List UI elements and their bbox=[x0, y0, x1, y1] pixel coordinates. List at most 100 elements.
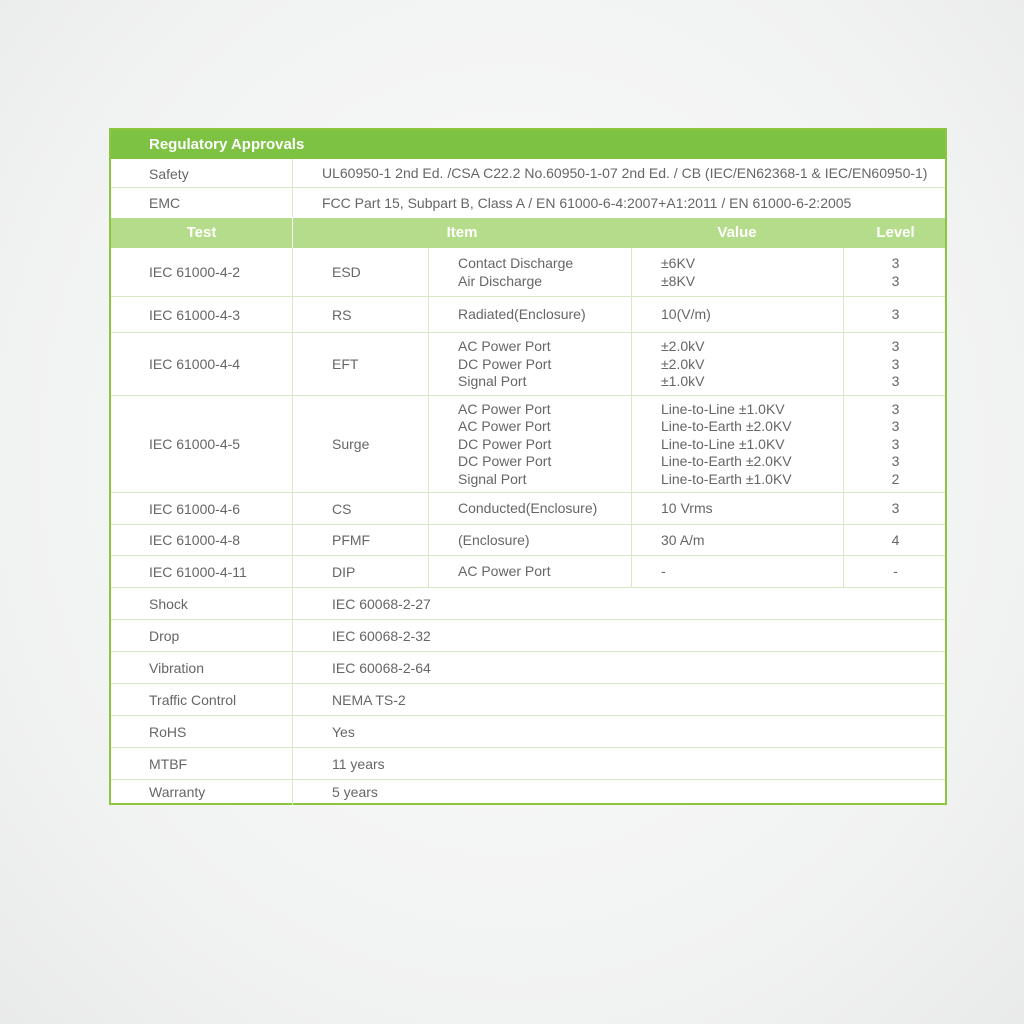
test-code: Surge bbox=[332, 436, 370, 452]
test-level-cell: - bbox=[844, 563, 947, 580]
col-header-item: Item bbox=[446, 224, 478, 241]
test-level: 2 bbox=[891, 470, 900, 487]
test-level: 3 bbox=[891, 401, 900, 417]
spec-label: RoHS bbox=[149, 723, 187, 740]
spec-label: Traffic Control bbox=[149, 691, 237, 708]
test-item: AC Power Port bbox=[458, 401, 551, 417]
test-value: ±1.0kV bbox=[661, 373, 705, 390]
safety-label: Safety bbox=[149, 166, 189, 182]
test-standard: IEC 61000-4-2 bbox=[149, 264, 241, 280]
safety-value: UL60950-1 2nd Ed. /CSA C22.2 No.60950-1-… bbox=[322, 165, 928, 181]
test-item: Radiated(Enclosure) bbox=[458, 306, 586, 323]
spec-row: Vibration IEC 60068-2-64 bbox=[111, 652, 945, 684]
test-value: Line-to-Line ±1.0KV bbox=[661, 435, 785, 452]
test-code: RS bbox=[332, 306, 352, 323]
test-item: Air Discharge bbox=[458, 272, 543, 289]
test-item: DC Power Port bbox=[458, 435, 552, 452]
test-standard: IEC 61000-4-3 bbox=[149, 306, 241, 323]
test-level-cell: 3 bbox=[844, 500, 947, 517]
test-value-cell: Line-to-Line ±1.0KV Line-to-Earth ±2.0KV L… bbox=[661, 401, 841, 488]
test-level: 3 bbox=[891, 355, 900, 372]
test-level: 3 bbox=[891, 255, 900, 272]
test-value: Line-to-Earth ±2.0KV bbox=[661, 453, 792, 470]
spec-label: Warranty bbox=[149, 784, 206, 800]
col-header-test: Test bbox=[186, 224, 217, 241]
test-value: 30 A/m bbox=[661, 531, 705, 548]
test-row: IEC 61000-4-6 CS Conducted(Enclosure) 10 Vr… bbox=[111, 493, 945, 525]
test-standard: IEC 61000-4-4 bbox=[149, 356, 241, 372]
test-code: PFMF bbox=[332, 532, 371, 548]
safety-row: Safety UL60950-1 2nd Ed. /CSA C22.2 No.6… bbox=[111, 159, 945, 188]
test-item: AC Power Port bbox=[458, 418, 551, 435]
regulatory-approvals-table: Regulatory Approvals Safety UL60950-1 2n… bbox=[109, 128, 947, 805]
spec-row: MTBF 11 years bbox=[111, 748, 945, 780]
test-code: CS bbox=[332, 500, 352, 517]
test-level-cell: 33 bbox=[844, 255, 947, 290]
test-item: Signal Port bbox=[458, 470, 527, 487]
spec-value: 11 years bbox=[332, 755, 385, 772]
test-standard: IEC 61000-4-11 bbox=[149, 563, 247, 580]
test-value: 10(V/m) bbox=[661, 306, 711, 323]
test-value: ±2.0kV bbox=[661, 355, 705, 372]
spec-value: IEC 60068-2-64 bbox=[332, 659, 431, 676]
test-value-cell: ±6KV ±8KV bbox=[661, 255, 841, 290]
test-item: DC Power Port bbox=[458, 355, 552, 372]
test-value-cell: ±2.0kV ±2.0kV ±1.0kV bbox=[661, 338, 841, 390]
test-level-cell: 3 bbox=[844, 306, 947, 323]
column-header-row: Test Item Value Level bbox=[111, 218, 945, 248]
spec-row: Warranty 5 years bbox=[111, 780, 945, 805]
test-level: 3 bbox=[891, 306, 900, 323]
test-value: Line-to-Line ±1.0KV bbox=[661, 401, 785, 417]
test-item: DC Power Port bbox=[458, 453, 552, 470]
test-level: 3 bbox=[891, 453, 900, 470]
emc-row: EMC FCC Part 15, Subpart B, Class A / EN… bbox=[111, 188, 945, 217]
test-item-cell: Contact Discharge Air Discharge bbox=[458, 255, 628, 290]
test-code: ESD bbox=[332, 264, 361, 280]
test-item: Conducted(Enclosure) bbox=[458, 500, 598, 517]
spec-label: Drop bbox=[149, 627, 180, 644]
test-value: Line-to-Earth ±1.0KV bbox=[661, 470, 792, 487]
test-item-cell: Conducted(Enclosure) bbox=[458, 500, 628, 517]
spec-value: NEMA TS-2 bbox=[332, 691, 406, 708]
test-item-cell: (Enclosure) bbox=[458, 532, 628, 549]
spec-value: IEC 60068-2-32 bbox=[332, 627, 431, 644]
test-level: 3 bbox=[891, 500, 900, 517]
test-value-cell: 30 A/m bbox=[661, 532, 841, 549]
test-item: AC Power Port bbox=[458, 338, 551, 355]
test-level: 3 bbox=[891, 418, 900, 435]
spec-value: IEC 60068-2-27 bbox=[332, 595, 431, 612]
test-value-cell: 10(V/m) bbox=[661, 306, 841, 323]
test-item: Contact Discharge bbox=[458, 255, 574, 272]
test-row: IEC 61000-4-2 ESD Contact Discharge Air Dis… bbox=[111, 248, 945, 297]
col-header-value: Value bbox=[717, 224, 757, 241]
test-value: ±2.0kV bbox=[661, 338, 705, 355]
spec-value: Yes bbox=[332, 723, 355, 740]
test-level: 3 bbox=[891, 338, 900, 355]
test-row: IEC 61000-4-4 EFT AC Power Port DC Power Po… bbox=[111, 333, 945, 396]
test-item-cell: AC Power Port bbox=[458, 563, 628, 580]
test-value: Line-to-Earth ±2.0KV bbox=[661, 418, 792, 435]
spec-label: Vibration bbox=[149, 659, 205, 676]
test-code: DIP bbox=[332, 563, 356, 580]
col-header-level: Level bbox=[876, 224, 915, 241]
test-level-cell: 4 bbox=[844, 532, 947, 549]
test-item: AC Power Port bbox=[458, 563, 551, 580]
test-item: (Enclosure) bbox=[458, 531, 530, 548]
table-title-bar: Regulatory Approvals bbox=[111, 130, 945, 159]
test-item-cell: Radiated(Enclosure) bbox=[458, 306, 628, 323]
test-standard: IEC 61000-4-8 bbox=[149, 532, 241, 548]
test-code: EFT bbox=[332, 356, 359, 372]
test-level: 4 bbox=[891, 531, 900, 548]
test-value: ±8KV bbox=[661, 272, 696, 289]
test-row: IEC 61000-4-8 PFMF (Enclosure) 30 A/m 4 bbox=[111, 525, 945, 556]
test-standard: IEC 61000-4-6 bbox=[149, 500, 241, 517]
test-level-cell: 33332 bbox=[844, 401, 947, 488]
test-value: 10 Vrms bbox=[661, 500, 713, 517]
test-row: IEC 61000-4-3 RS Radiated(Enclosure) 10(V/m… bbox=[111, 297, 945, 333]
spec-row: Shock IEC 60068-2-27 bbox=[111, 588, 945, 620]
spec-row: Drop IEC 60068-2-32 bbox=[111, 620, 945, 652]
test-level: - bbox=[893, 563, 898, 580]
test-row: IEC 61000-4-11 DIP AC Power Port - - bbox=[111, 556, 945, 588]
test-value: ±6KV bbox=[661, 255, 696, 272]
test-level-cell: 333 bbox=[844, 338, 947, 390]
